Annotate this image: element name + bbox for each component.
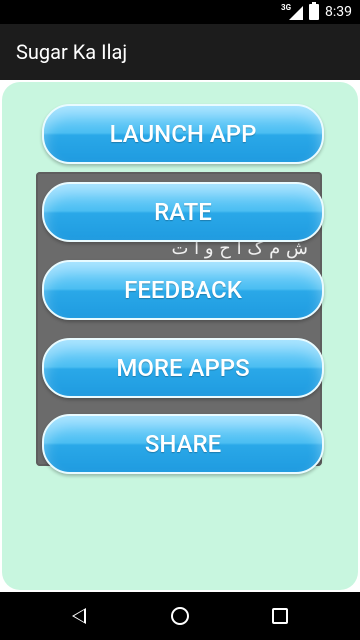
app-bar: Sugar Ka Ilaj — [0, 24, 360, 80]
home-icon[interactable] — [171, 607, 189, 625]
app-title: Sugar Ka Ilaj — [16, 40, 128, 64]
main-content: ش م ک ا ح و ا ت LAUNCH APP RATE FEEDBACK… — [0, 80, 360, 592]
recents-icon[interactable] — [272, 608, 288, 624]
network-indicator: 3G — [281, 0, 303, 24]
share-button[interactable]: SHARE — [42, 414, 324, 474]
more-apps-button[interactable]: MORE APPS — [42, 338, 324, 398]
status-bar: 3G 8:39 — [0, 0, 360, 24]
feedback-button[interactable]: FEEDBACK — [42, 260, 324, 320]
rate-button[interactable]: RATE — [42, 182, 324, 242]
menu-panel: ش م ک ا ح و ا ت LAUNCH APP RATE FEEDBACK… — [2, 82, 358, 590]
signal-icon — [289, 6, 303, 20]
navigation-bar — [0, 592, 360, 640]
status-time: 8:39 — [325, 4, 352, 20]
status-indicators: 3G 8:39 — [281, 0, 352, 24]
launch-app-button[interactable]: LAUNCH APP — [42, 104, 324, 164]
back-icon[interactable] — [72, 608, 86, 624]
battery-icon — [309, 2, 319, 20]
